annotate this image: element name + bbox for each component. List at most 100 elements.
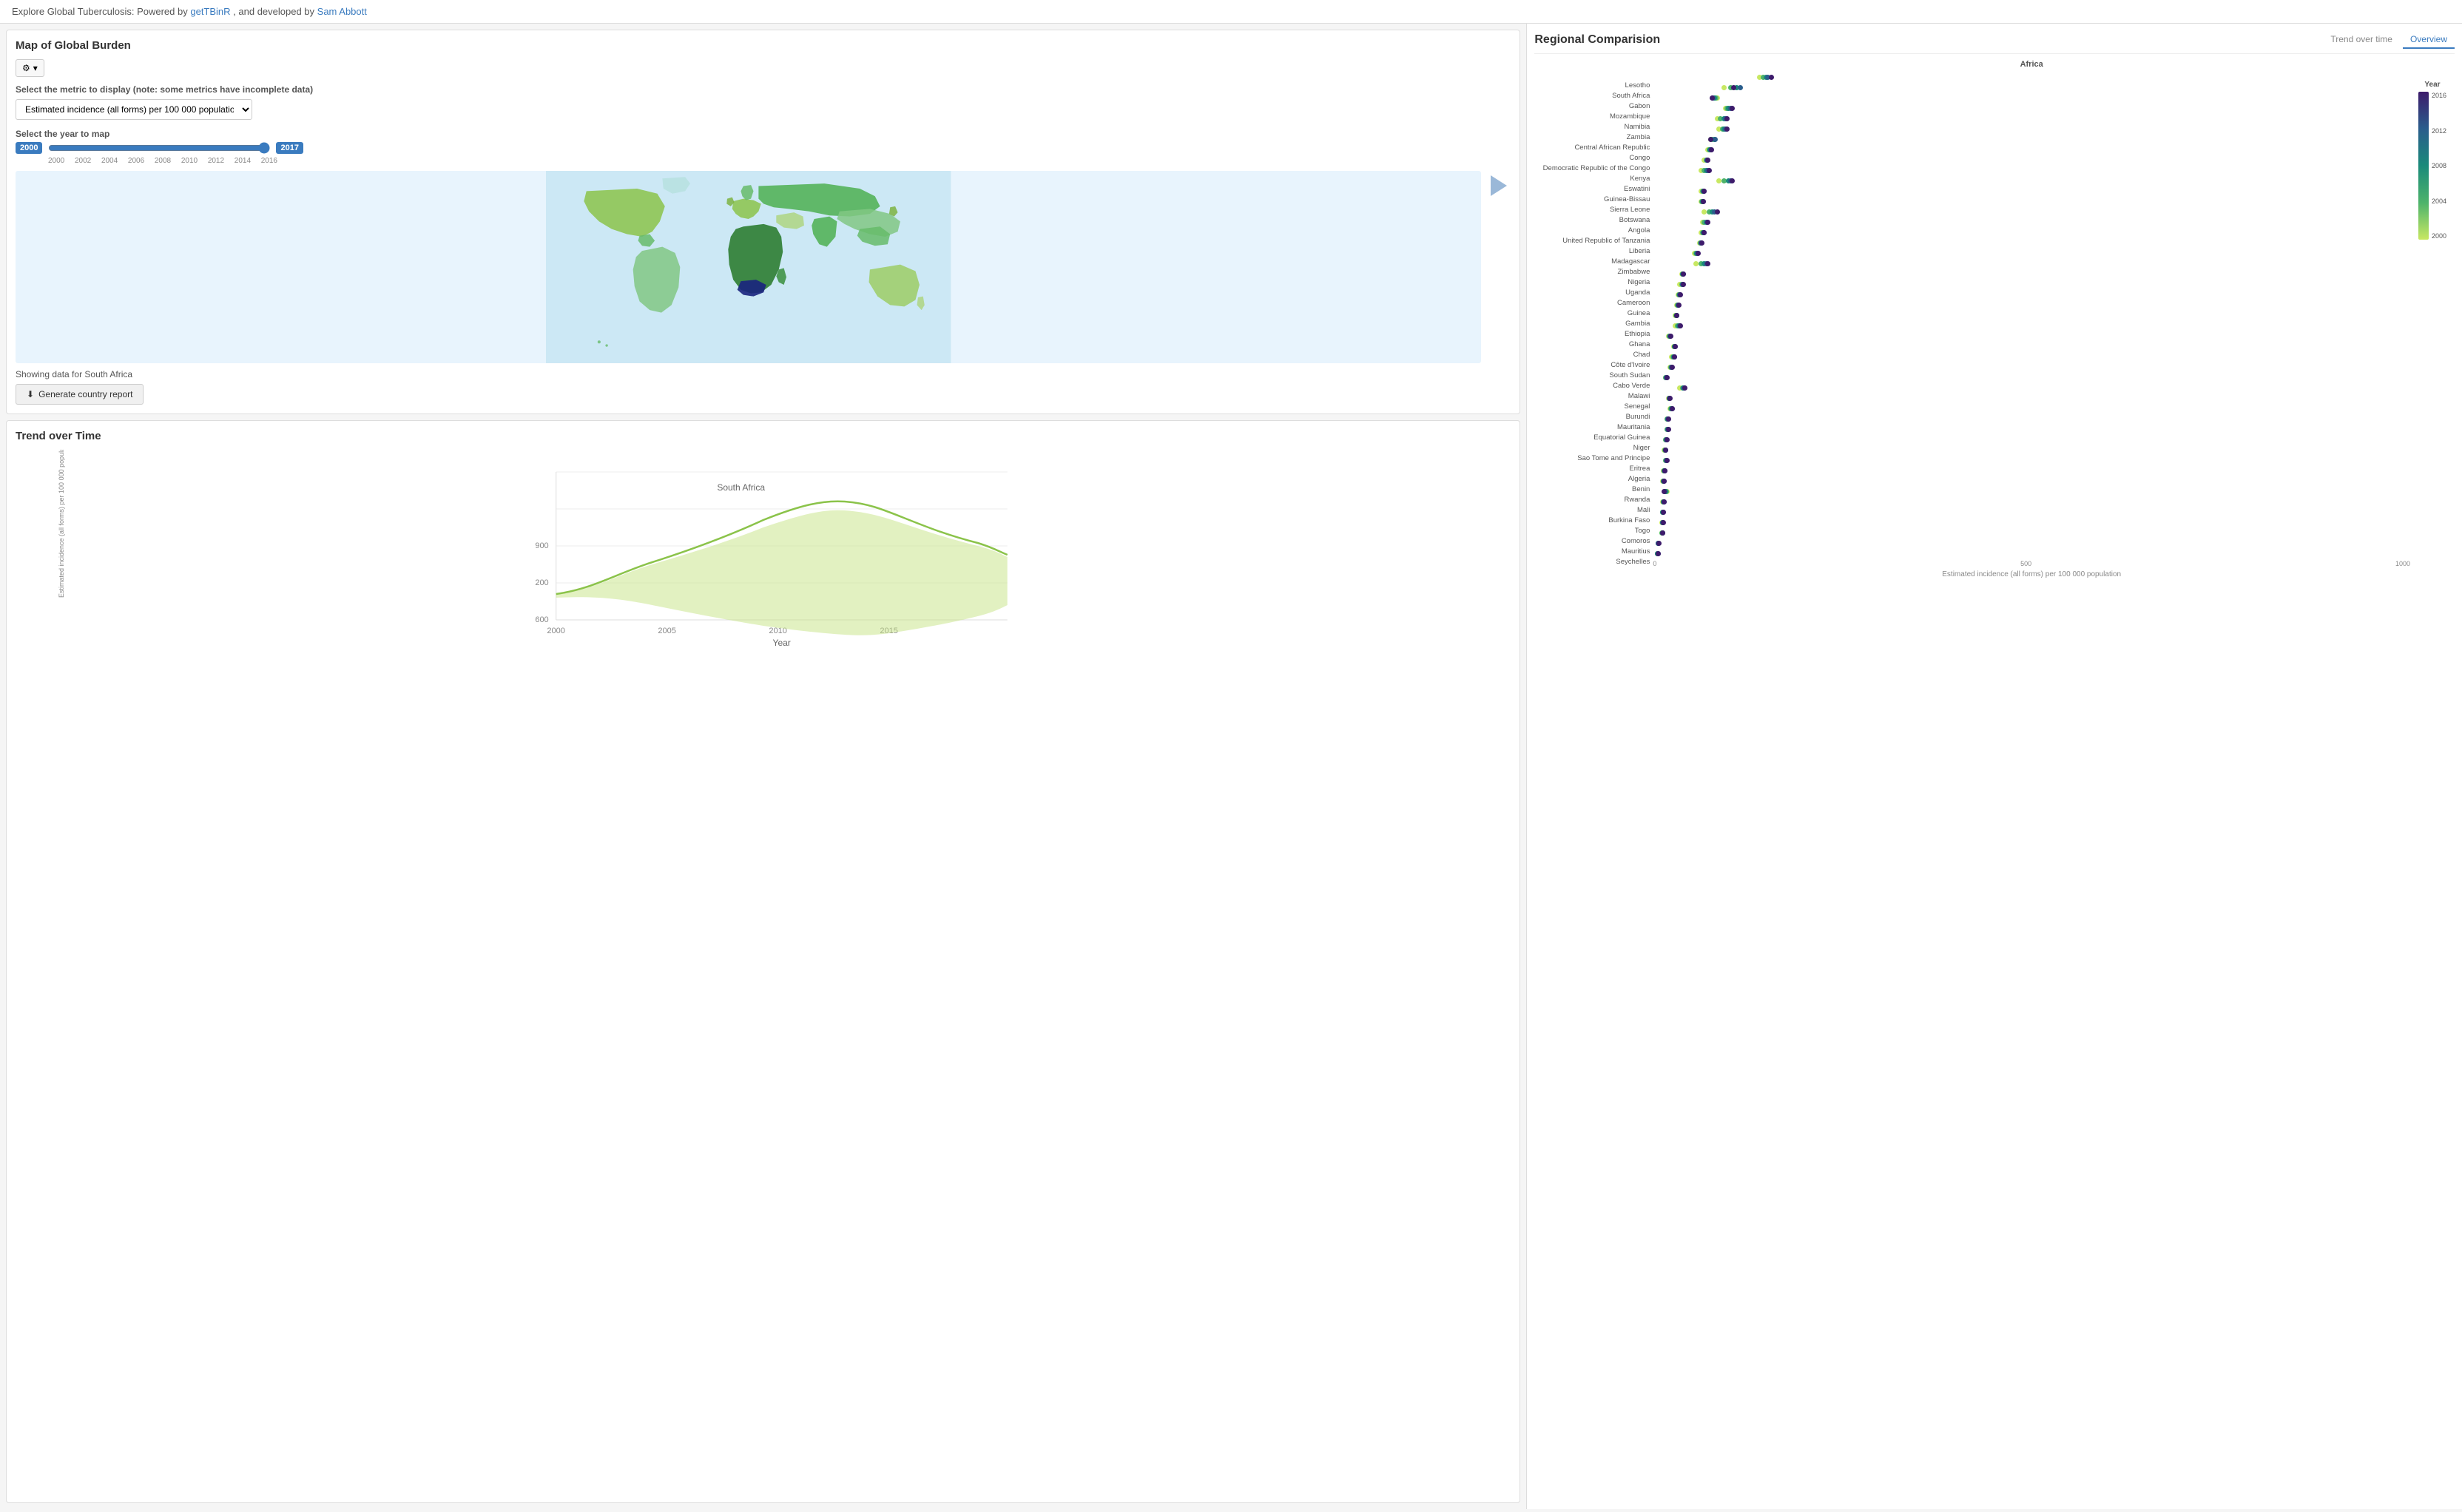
data-dot xyxy=(1724,116,1730,121)
country-label: Niger xyxy=(1534,443,1653,453)
year-slider-container: 2000 2017 xyxy=(16,142,1511,154)
data-dot xyxy=(1738,85,1743,90)
getTBinR-link[interactable]: getTBinR xyxy=(190,6,230,17)
data-dot xyxy=(1730,178,1735,183)
data-dot xyxy=(1667,396,1673,401)
data-dot xyxy=(1769,75,1774,80)
country-label: Uganda xyxy=(1534,288,1653,298)
country-label: Guinea xyxy=(1534,308,1653,319)
tab-group: Trend over time Overview xyxy=(2323,31,2455,49)
dot-row xyxy=(1653,186,2410,196)
legend-gradient xyxy=(2418,92,2429,240)
dot-row xyxy=(1653,445,2410,455)
country-label: South Africa xyxy=(1534,91,1653,101)
world-map-svg xyxy=(16,171,1481,363)
settings-dropdown-arrow: ▾ xyxy=(33,63,38,73)
data-dot xyxy=(1721,85,1727,90)
sam-abbott-link[interactable]: Sam Abbott xyxy=(317,6,367,17)
data-dot xyxy=(1682,385,1687,391)
dot-row xyxy=(1653,82,2410,92)
svg-text:600: 600 xyxy=(535,615,548,624)
country-label: Seychelles xyxy=(1534,557,1653,567)
country-label: Ghana xyxy=(1534,340,1653,350)
dot-row xyxy=(1653,124,2410,134)
data-dot xyxy=(1670,365,1675,370)
dot-chart-inner: LesothoSouth AfricaGabonMozambiqueNamibi… xyxy=(1534,60,2455,1502)
data-dot xyxy=(1673,344,1678,349)
generate-report-button[interactable]: ⬇ Generate country report xyxy=(16,384,144,405)
dot-row xyxy=(1653,196,2410,206)
country-label: Burkina Faso xyxy=(1534,516,1653,526)
year-slider[interactable] xyxy=(48,142,270,154)
data-dot xyxy=(1707,168,1712,173)
country-label: Nigeria xyxy=(1534,277,1653,288)
country-label: Eritrea xyxy=(1534,464,1653,474)
world-map[interactable] xyxy=(16,171,1481,363)
data-dot xyxy=(1674,313,1679,318)
main-layout: Map of Global Burden ⚙ ▾ Select the metr… xyxy=(0,24,2462,1509)
data-dot xyxy=(1709,147,1714,152)
country-label: Mauritania xyxy=(1534,422,1653,433)
dot-row xyxy=(1653,227,2410,237)
dot-row xyxy=(1653,217,2410,227)
data-dot xyxy=(1670,406,1675,411)
data-dot xyxy=(1705,158,1710,163)
tab-trend-over-time[interactable]: Trend over time xyxy=(2323,31,2400,49)
dot-row xyxy=(1653,144,2410,155)
trend-card: Trend over Time Estimated incidence (all… xyxy=(6,420,1520,1503)
country-label: Namibia xyxy=(1534,122,1653,132)
gear-icon: ⚙ xyxy=(22,63,30,73)
dot-row xyxy=(1653,434,2410,445)
data-dot xyxy=(1701,199,1706,204)
play-button[interactable] xyxy=(1487,174,1511,198)
country-label: South Sudan xyxy=(1534,371,1653,381)
dot-row xyxy=(1653,476,2410,486)
country-label: Eswatini xyxy=(1534,184,1653,195)
data-dot xyxy=(1702,230,1707,235)
dot-row xyxy=(1653,155,2410,165)
header-separator: , and developed by xyxy=(231,6,317,17)
data-dot xyxy=(1656,551,1661,556)
dot-row xyxy=(1653,351,2410,362)
data-dot xyxy=(1708,137,1713,142)
header-text: Explore Global Tuberculosis: Powered by xyxy=(12,6,190,17)
generate-btn-label: Generate country report xyxy=(38,389,132,399)
country-label: Côte d'Ivoire xyxy=(1534,360,1653,371)
metric-select[interactable]: Estimated incidence (all forms) per 100 … xyxy=(16,99,252,120)
showing-data-label: Showing data for South Africa xyxy=(16,369,1511,379)
settings-button[interactable]: ⚙ ▾ xyxy=(16,59,44,77)
country-label: Liberia xyxy=(1534,246,1653,257)
legend-container: Year 2016 2012 2008 2004 2000 xyxy=(2410,60,2455,1502)
dot-row xyxy=(1653,538,2410,548)
trend-chart-svg: 900 200 600 2000 2005 2010 2015 Year Sou… xyxy=(16,450,1511,657)
download-icon: ⬇ xyxy=(27,389,34,399)
right-panel: Regional Comparision Trend over time Ove… xyxy=(1526,24,2462,1509)
svg-text:200: 200 xyxy=(535,578,548,587)
country-label: Mali xyxy=(1534,505,1653,516)
country-label: Ethiopia xyxy=(1534,329,1653,340)
dot-chart-main: Africa 0 500 1000 Estimated incidence (a… xyxy=(1653,60,2410,1502)
data-dot xyxy=(1672,354,1677,360)
tab-overview[interactable]: Overview xyxy=(2403,31,2455,49)
dot-row xyxy=(1653,237,2410,248)
year-current-badge: 2017 xyxy=(276,142,303,154)
data-dot xyxy=(1681,282,1686,287)
country-label: United Republic of Tanzania xyxy=(1534,236,1653,246)
dot-row xyxy=(1653,289,2410,300)
data-dot xyxy=(1663,448,1668,453)
country-label: Guinea-Bissau xyxy=(1534,195,1653,205)
country-label: Sierra Leone xyxy=(1534,205,1653,215)
dot-row xyxy=(1653,134,2410,144)
country-label: Gambia xyxy=(1534,319,1653,329)
country-label: Madagascar xyxy=(1534,257,1653,267)
data-dot xyxy=(1696,251,1701,256)
dot-row xyxy=(1653,382,2410,393)
svg-text:2005: 2005 xyxy=(658,627,675,635)
data-dot xyxy=(1715,209,1720,215)
dot-row xyxy=(1653,414,2410,424)
dot-row xyxy=(1653,331,2410,341)
data-dot xyxy=(1705,220,1710,225)
dot-row xyxy=(1653,527,2410,538)
dot-row xyxy=(1653,92,2410,103)
dot-row xyxy=(1653,362,2410,372)
